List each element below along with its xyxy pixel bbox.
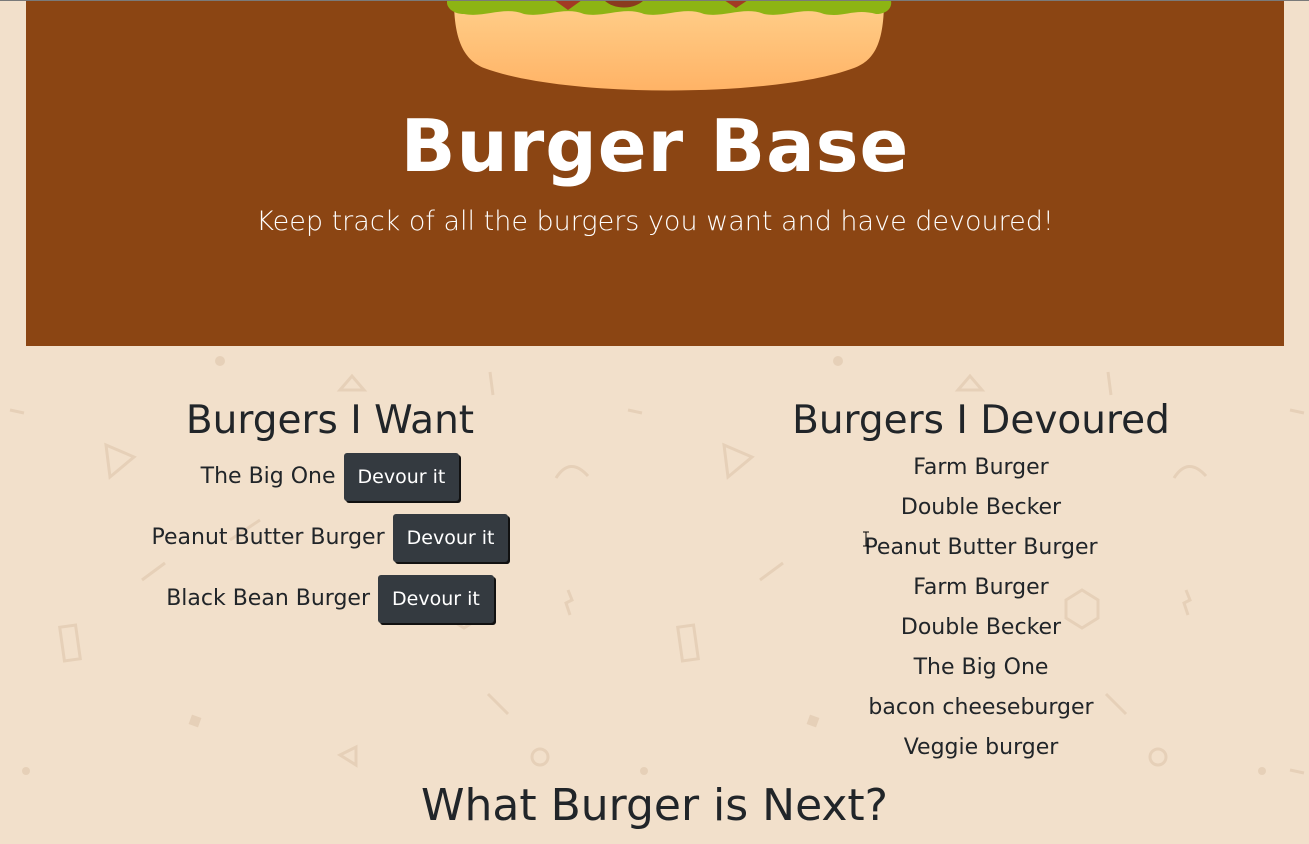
page-title: Burger Base xyxy=(400,104,910,188)
devoured-list-item: bacon cheeseburger xyxy=(868,695,1094,720)
page-subtitle: Keep track of all the burgers you want a… xyxy=(256,206,1054,237)
devour-button[interactable]: Devour it xyxy=(378,574,494,623)
devoured-heading: Burgers I Devoured xyxy=(792,398,1170,443)
burger-name: Peanut Butter Burger xyxy=(151,525,385,550)
devoured-list-item: Farm Burger xyxy=(913,455,1049,480)
devoured-list-item: Double Becker xyxy=(900,495,1062,520)
want-list-item: Peanut Butter Burger Devour it xyxy=(0,513,660,562)
want-list: The Big One Devour it Peanut Butter Burg… xyxy=(0,452,660,623)
want-heading: Burgers I Want xyxy=(185,398,475,443)
text-cursor-icon xyxy=(863,531,869,547)
burgers-devoured-section: Burgers I Devoured Farm Burger Double Be… xyxy=(655,394,1307,768)
devoured-list-item: The Big One xyxy=(913,655,1049,680)
want-list-item: Black Bean Burger Devour it xyxy=(0,574,660,623)
next-burger-heading: What Burger is Next? xyxy=(420,780,889,831)
want-list-item: The Big One Devour it xyxy=(0,452,660,501)
devoured-list-item: Peanut Butter Burger xyxy=(864,535,1098,560)
devoured-list-item: Farm Burger xyxy=(913,575,1049,600)
devoured-list: Farm Burger Double Becker Peanut Butter … xyxy=(655,448,1307,768)
burger-illustration-icon xyxy=(447,0,892,91)
burger-name: Black Bean Burger xyxy=(166,586,370,611)
devoured-list-item: Veggie burger xyxy=(903,735,1059,760)
devour-button[interactable]: Devour it xyxy=(343,452,460,501)
devour-button[interactable]: Devour it xyxy=(392,513,509,562)
burgers-want-section: Burgers I Want The Big One Devour it Pea… xyxy=(0,394,660,635)
window-top-border xyxy=(0,0,1309,1)
devoured-list-item: Double Becker xyxy=(900,615,1062,640)
hero-banner: Burger Base Keep track of all the burger… xyxy=(26,0,1284,346)
burger-name: The Big One xyxy=(200,464,336,489)
